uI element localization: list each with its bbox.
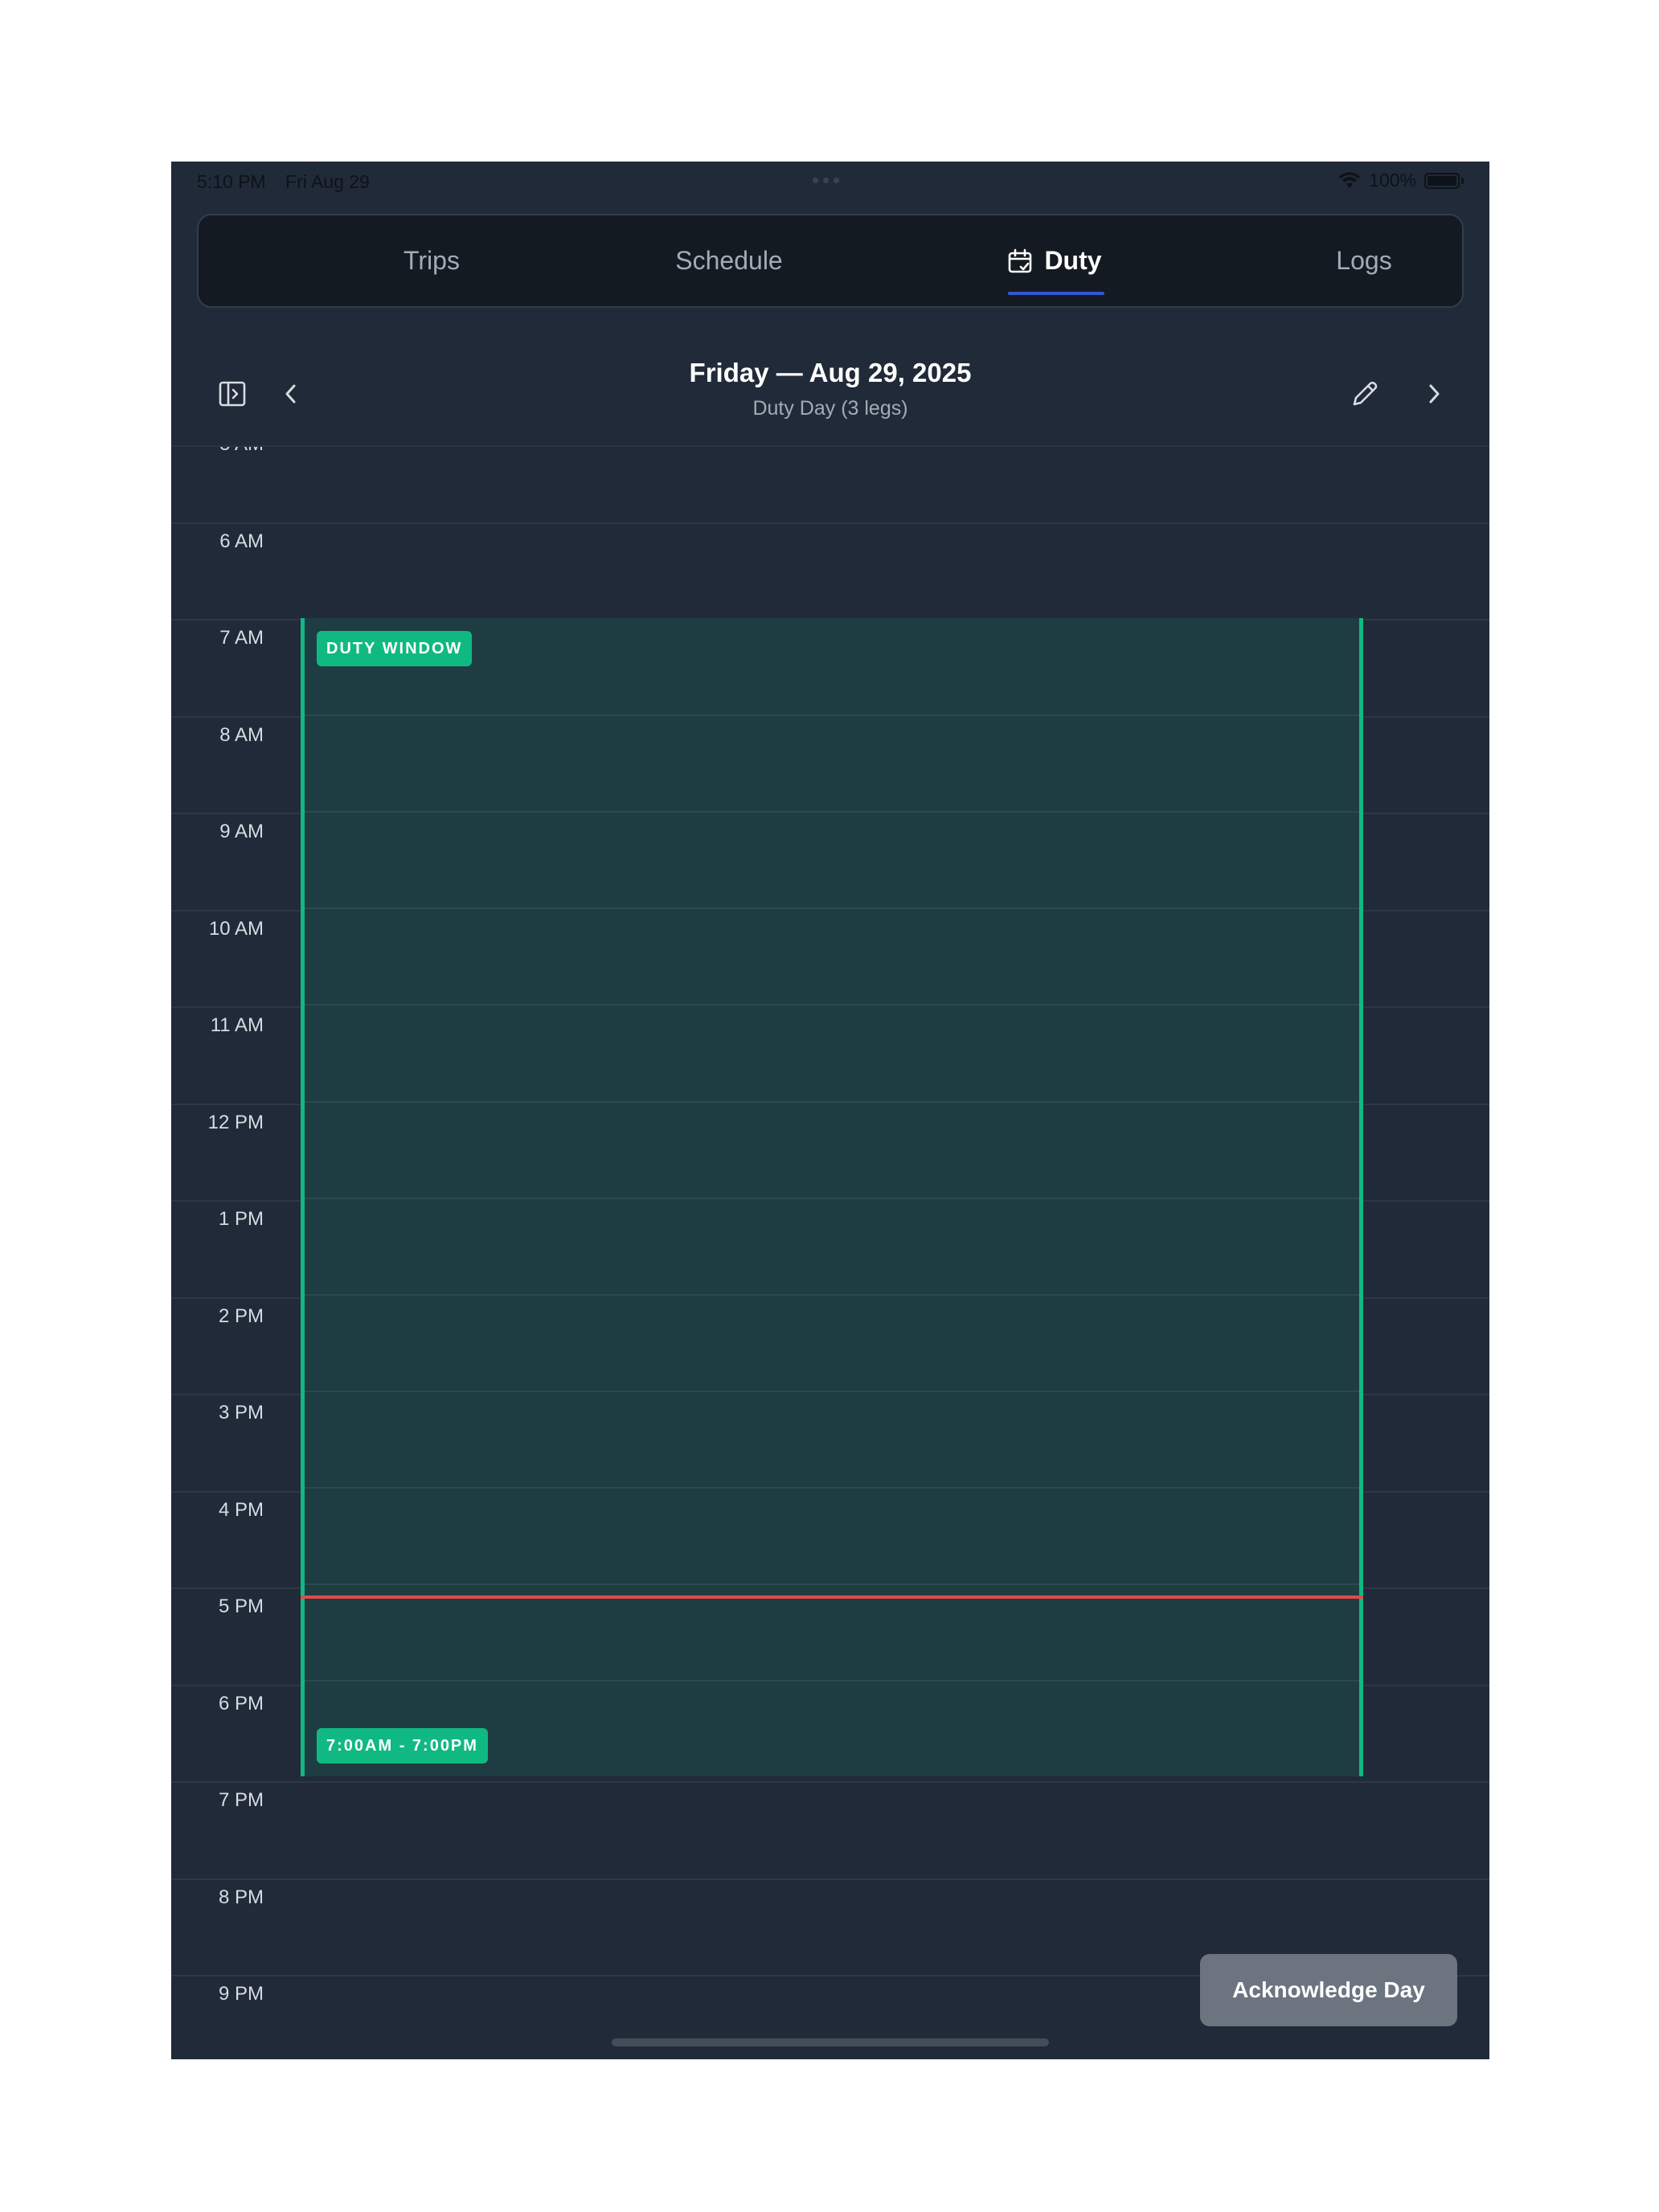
hour-divider <box>171 1878 1489 1880</box>
status-date: Fri Aug 29 <box>285 171 370 192</box>
current-time-indicator <box>301 1596 1363 1599</box>
hour-row: 5 AM <box>171 447 1489 522</box>
hour-label: 4 PM <box>218 1498 264 1521</box>
hour-label: 9 AM <box>219 821 264 842</box>
hour-label: 1 PM <box>218 1208 264 1230</box>
hour-label: 11 AM <box>210 1014 264 1036</box>
hour-divider <box>171 522 1489 524</box>
tab-schedule[interactable]: Schedule <box>633 215 825 306</box>
tab-label: Trips <box>403 246 460 275</box>
duty-hour-divider <box>305 1390 1359 1392</box>
hour-label: 8 AM <box>219 723 264 746</box>
hour-label: 6 AM <box>219 530 264 552</box>
status-indicators: 100% <box>1338 170 1464 191</box>
active-tab-indicator <box>1008 292 1104 295</box>
hour-label: 10 AM <box>208 917 264 940</box>
duty-hour-divider <box>305 1293 1359 1296</box>
duty-screen: 5:10 PM Fri Aug 29 100% Trips Schedule D… <box>171 162 1489 2059</box>
home-indicator <box>612 2038 1049 2046</box>
hour-row: 6 AM <box>171 522 1489 619</box>
duty-window-range-badge: 7:00AM - 7:00PM <box>317 1728 488 1763</box>
day-header: Friday — Aug 29, 2025 Duty Day (3 legs) <box>171 346 1489 447</box>
status-bar: 5:10 PM Fri Aug 29 100% <box>171 162 1489 199</box>
hour-label: 5 PM <box>218 1596 264 1617</box>
hour-label: 12 PM <box>207 1111 264 1133</box>
tab-label: Schedule <box>675 246 783 275</box>
duty-hour-divider <box>305 1583 1359 1585</box>
pencil-icon <box>1353 381 1378 406</box>
top-tab-bar: Trips Schedule Duty Logs <box>197 214 1464 308</box>
hour-label: 2 PM <box>218 1305 264 1327</box>
hour-label: 9 PM <box>218 1983 264 2005</box>
status-time: 5:10 PM <box>197 171 266 192</box>
page-title: Friday — Aug 29, 2025 <box>689 358 972 387</box>
hour-label: 3 PM <box>218 1402 264 1423</box>
duty-window-badge: DUTY WINDOW <box>317 631 473 666</box>
edit-button[interactable] <box>1342 371 1387 416</box>
hour-label: 7 AM <box>219 627 264 649</box>
battery-icon <box>1424 172 1460 189</box>
hour-label: 8 PM <box>218 1886 264 1908</box>
multitasking-dots[interactable] <box>813 178 839 183</box>
duty-hour-divider <box>305 811 1359 813</box>
duty-hour-divider <box>305 1680 1359 1682</box>
chevron-right-icon <box>1429 384 1440 403</box>
duty-hour-divider <box>305 715 1359 717</box>
hour-row: 7 PM <box>171 1781 1489 1878</box>
next-day-button[interactable] <box>1411 371 1456 416</box>
battery-cap <box>1461 177 1464 184</box>
duty-hour-divider <box>305 1100 1359 1103</box>
hour-label: 6 PM <box>218 1692 264 1714</box>
tab-label: Logs <box>1336 246 1392 275</box>
duty-hour-divider <box>305 907 1359 910</box>
hour-label: 7 PM <box>218 1789 264 1811</box>
calendar-check-icon <box>1009 248 1032 272</box>
page-subtitle: Duty Day (3 legs) <box>752 397 908 420</box>
battery-percent: 100% <box>1369 170 1416 190</box>
duty-timeline[interactable]: 5 AM 6 AM 7 AM 8 AM 9 AM 10 AM 11 AM 12 PM 1 PM 2… <box>171 447 1489 2059</box>
acknowledge-day-button[interactable]: Acknowledge Day <box>1200 1954 1457 2026</box>
duty-hour-divider <box>305 1004 1359 1006</box>
hour-divider <box>171 1781 1489 1783</box>
tab-logs[interactable]: Logs <box>1284 215 1444 306</box>
tab-label: Duty <box>1044 246 1102 275</box>
hour-label: 5 AM <box>171 447 264 456</box>
duty-hour-divider <box>305 1197 1359 1199</box>
duty-window-block[interactable]: DUTY WINDOW 7:00AM - 7:00PM <box>301 618 1363 1776</box>
tab-trips[interactable]: Trips <box>343 215 520 306</box>
duty-hour-divider <box>305 1486 1359 1489</box>
wifi-icon <box>1338 171 1361 188</box>
